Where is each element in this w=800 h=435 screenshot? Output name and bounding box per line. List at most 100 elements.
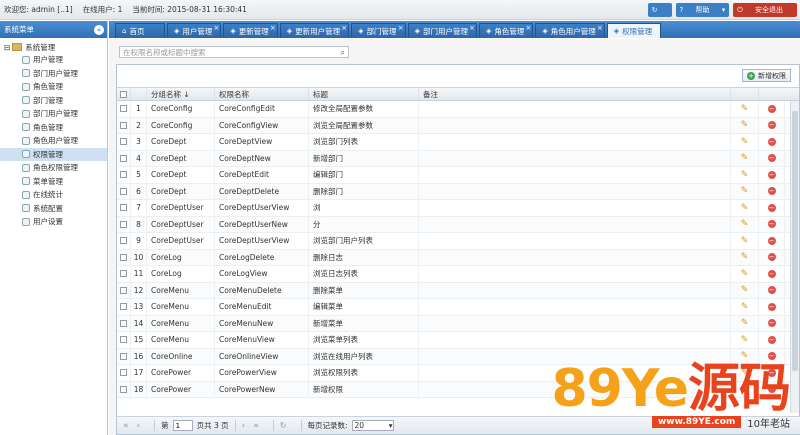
delete-button[interactable]: −	[759, 134, 785, 150]
delete-button[interactable]: −	[759, 216, 785, 232]
table-row[interactable]: 9 CoreDeptUser CoreDeptUserView 浏览部门用户列表 ✎ −	[117, 233, 799, 250]
sidebar-item[interactable]: 用户管理	[0, 53, 107, 67]
sidebar-item[interactable]: 角色权限管理	[0, 161, 107, 175]
table-row[interactable]: 8 CoreDeptUser CoreDeptUserNew 分 ✎ −	[117, 216, 799, 233]
tab[interactable]: ⌂ 首页	[115, 23, 165, 38]
row-checkbox[interactable]	[117, 249, 131, 265]
logout-button[interactable]: ⏻ 安全退出	[733, 3, 797, 17]
delete-button[interactable]: −	[759, 282, 785, 298]
table-row[interactable]: 2 CoreConfig CoreConfigView 浏览全局配置参数 ✎ −	[117, 117, 799, 134]
edit-button[interactable]: ✎	[731, 134, 759, 150]
delete-button[interactable]: −	[759, 365, 785, 381]
delete-button[interactable]: −	[759, 200, 785, 216]
table-row[interactable]: 11 CoreLog CoreLogView 浏览日志列表 ✎ −	[117, 266, 799, 283]
edit-button[interactable]: ✎	[731, 216, 759, 232]
header-note[interactable]: 备注	[419, 88, 731, 100]
edit-button[interactable]: ✎	[731, 233, 759, 249]
tab[interactable]: ◈ 部门用户管理 ×	[407, 23, 477, 38]
search-icon[interactable]: ⌕	[341, 48, 345, 58]
row-checkbox[interactable]	[117, 150, 131, 166]
edit-button[interactable]: ✎	[731, 150, 759, 166]
prev-page-icon[interactable]: ‹	[137, 421, 141, 431]
sidebar-item[interactable]: 菜单管理	[0, 175, 107, 189]
tab[interactable]: ◈ 用户管理 ×	[167, 23, 222, 38]
row-checkbox[interactable]	[117, 134, 131, 150]
close-tab-icon[interactable]: ×	[469, 24, 475, 32]
table-row[interactable]: 6 CoreDept CoreDeptDelete 删除部门 ✎ −	[117, 183, 799, 200]
row-checkbox[interactable]	[117, 200, 131, 216]
delete-button[interactable]: −	[759, 117, 785, 133]
edit-button[interactable]: ✎	[731, 167, 759, 183]
sidebar-item[interactable]: 角色管理	[0, 121, 107, 135]
table-row[interactable]: 18 CorePower CorePowerNew 新增权限 ✎ −	[117, 381, 799, 398]
table-row[interactable]: 13 CoreMenu CoreMenuEdit 编辑菜单 ✎ −	[117, 299, 799, 316]
edit-button[interactable]: ✎	[731, 315, 759, 331]
sidebar-item[interactable]: 用户设置	[0, 215, 107, 229]
close-tab-icon[interactable]: ×	[653, 24, 659, 32]
delete-button[interactable]: −	[759, 150, 785, 166]
row-checkbox[interactable]	[117, 332, 131, 348]
next-page-icon[interactable]: ›	[242, 421, 246, 431]
edit-button[interactable]: ✎	[731, 117, 759, 133]
page-number-input[interactable]	[172, 420, 193, 431]
close-tab-icon[interactable]: ×	[270, 24, 276, 32]
sidebar-item[interactable]: 部门用户管理	[0, 67, 107, 81]
delete-button[interactable]: −	[759, 183, 785, 199]
close-tab-icon[interactable]: ×	[214, 24, 220, 32]
tab[interactable]: ◈ 角色管理 ×	[478, 23, 534, 38]
last-page-icon[interactable]: »	[253, 421, 259, 431]
table-row[interactable]: 10 CoreLog CoreLogDelete 删除日志 ✎ −	[117, 249, 799, 266]
help-button[interactable]: ? 帮助 ▾	[675, 3, 730, 17]
row-checkbox[interactable]	[117, 101, 131, 117]
row-checkbox[interactable]	[117, 266, 131, 282]
edit-button[interactable]: ✎	[731, 200, 759, 216]
table-row[interactable]: 1 CoreConfig CoreConfigEdit 修改全局配置参数 ✎ −	[117, 101, 799, 118]
header-title[interactable]: 标题	[309, 88, 419, 100]
table-row[interactable]: 5 CoreDept CoreDeptEdit 编辑部门 ✎ −	[117, 167, 799, 184]
delete-button[interactable]: −	[759, 167, 785, 183]
scrollbar-thumb[interactable]	[792, 111, 798, 371]
edit-button[interactable]: ✎	[731, 348, 759, 364]
table-row[interactable]: 7 CoreDeptUser CoreDeptUserView 浏 ✎ −	[117, 200, 799, 217]
table-row[interactable]: 16 CoreOnline CoreOnlineView 浏览在线用户列表 ✎ −	[117, 348, 799, 365]
row-checkbox[interactable]	[117, 167, 131, 183]
row-checkbox[interactable]	[117, 348, 131, 364]
edit-button[interactable]: ✎	[731, 381, 759, 397]
per-page-select[interactable]: 20 ▾	[351, 420, 394, 431]
delete-button[interactable]: −	[759, 299, 785, 315]
sidebar-item[interactable]: 系统配置	[0, 202, 107, 216]
delete-button[interactable]: −	[759, 315, 785, 331]
delete-button[interactable]: −	[759, 101, 785, 117]
refresh-button[interactable]: ↻	[647, 3, 672, 17]
tree-root[interactable]: ⊟ 系统管理	[0, 41, 107, 53]
delete-button[interactable]: −	[759, 348, 785, 364]
row-checkbox[interactable]	[117, 381, 131, 397]
close-tab-icon[interactable]: ×	[398, 24, 404, 32]
first-page-icon[interactable]: «	[123, 421, 129, 431]
delete-button[interactable]: −	[759, 266, 785, 282]
row-checkbox[interactable]	[117, 183, 131, 199]
sidebar-item[interactable]: 部门用户管理	[0, 107, 107, 121]
sidebar-item[interactable]: 角色用户管理	[0, 134, 107, 148]
sidebar-item[interactable]: 权限管理	[0, 147, 107, 161]
header-group[interactable]: 分组名称 ↓	[147, 88, 215, 100]
header-permission[interactable]: 权限名称	[215, 88, 309, 100]
row-checkbox[interactable]	[117, 299, 131, 315]
delete-button[interactable]: −	[759, 381, 785, 397]
close-tab-icon[interactable]: ×	[341, 24, 347, 32]
edit-button[interactable]: ✎	[731, 249, 759, 265]
close-tab-icon[interactable]: ×	[525, 24, 531, 32]
tab[interactable]: ◈ 角色用户管理 ×	[535, 23, 605, 38]
row-checkbox[interactable]	[117, 117, 131, 133]
edit-button[interactable]: ✎	[731, 266, 759, 282]
select-all-checkbox[interactable]	[117, 88, 131, 100]
row-checkbox[interactable]	[117, 216, 131, 232]
row-checkbox[interactable]	[117, 315, 131, 331]
search-input[interactable]: 在权限名称或标题中搜索 ⌕	[119, 46, 349, 58]
delete-button[interactable]: −	[759, 249, 785, 265]
edit-button[interactable]: ✎	[731, 183, 759, 199]
tab[interactable]: ◈ 权限管理 ×	[606, 23, 662, 38]
edit-button[interactable]: ✎	[731, 282, 759, 298]
sidebar-item[interactable]: 角色管理	[0, 80, 107, 94]
row-checkbox[interactable]	[117, 233, 131, 249]
